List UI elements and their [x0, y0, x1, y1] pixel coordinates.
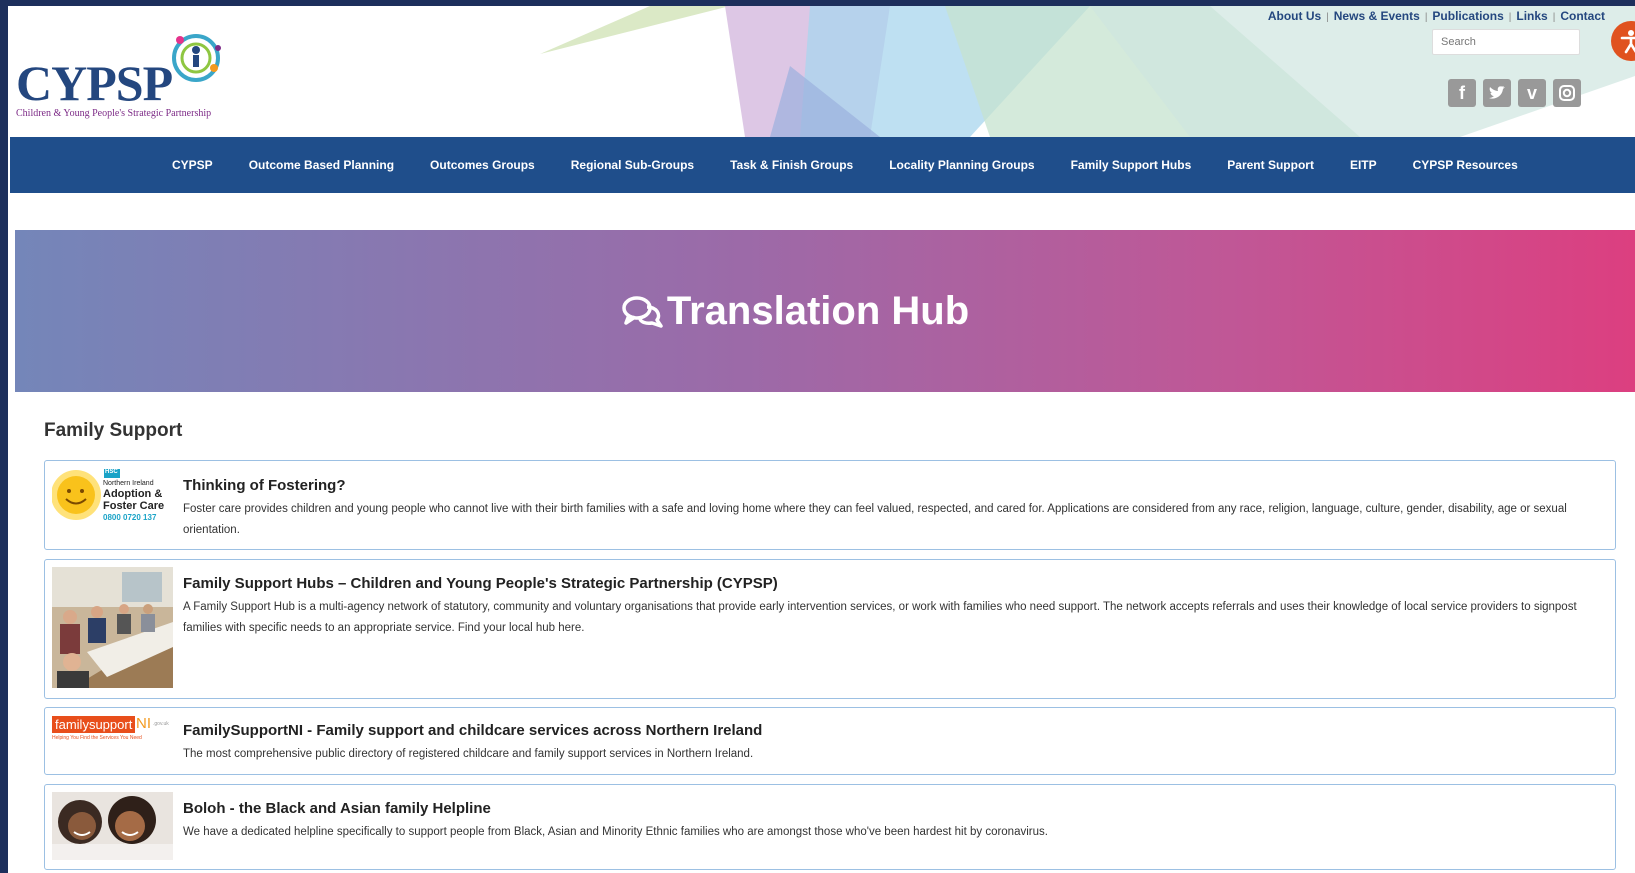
- thumb-line1: Adoption &: [103, 488, 163, 500]
- page-banner: Translation Hub: [15, 230, 1635, 392]
- card-description: The most comprehensive public directory …: [183, 748, 754, 760]
- facebook-icon[interactable]: f: [1448, 79, 1476, 107]
- nav-item-task-finish-groups[interactable]: Task & Finish Groups: [730, 158, 853, 172]
- nav-item-outcomes-groups[interactable]: Outcomes Groups: [430, 158, 535, 172]
- accessibility-icon: [1620, 30, 1635, 54]
- separator: |: [1508, 12, 1512, 23]
- logo-tagline: Helping You Find the Services You Need: [52, 735, 142, 741]
- nav-item-locality-planning-groups[interactable]: Locality Planning Groups: [889, 158, 1034, 172]
- instagram-camera-icon: [1559, 85, 1575, 101]
- instagram-icon[interactable]: [1553, 79, 1581, 107]
- vimeo-icon[interactable]: v: [1518, 79, 1546, 107]
- util-link-contact[interactable]: Contact: [1560, 9, 1605, 23]
- meeting-room-image: [52, 567, 173, 688]
- chat-bubbles-icon: [622, 296, 663, 328]
- logo-domain: .gov.uk: [153, 721, 169, 727]
- util-link-links[interactable]: Links: [1516, 9, 1547, 23]
- family-image: [52, 792, 173, 860]
- nav-item-outcome-based-planning[interactable]: Outcome Based Planning: [249, 158, 394, 172]
- separator: |: [1424, 12, 1428, 23]
- hsc-badge: HSC: [105, 469, 118, 475]
- logo-brand: familysupport: [52, 716, 136, 733]
- main-nav: CYPSP Outcome Based Planning Outcomes Gr…: [10, 137, 1635, 193]
- window-frame-left: [0, 0, 8, 873]
- search-input[interactable]: [1432, 29, 1580, 55]
- nav-item-family-support-hubs[interactable]: Family Support Hubs: [1071, 158, 1192, 172]
- logo-suffix: NI: [136, 716, 151, 732]
- nav-item-regional-sub-groups[interactable]: Regional Sub-Groups: [571, 158, 694, 172]
- thumb-phone: 0800 0720 137: [103, 513, 157, 522]
- twitter-icon[interactable]: [1483, 79, 1511, 107]
- card-title[interactable]: FamilySupportNI - Family support and chi…: [183, 722, 762, 739]
- twitter-bird-icon: [1489, 86, 1505, 99]
- resource-card-boloh[interactable]: Boloh - the Black and Asian family Helpl…: [44, 784, 1616, 870]
- nav-item-parent-support[interactable]: Parent Support: [1227, 158, 1314, 172]
- nav-item-cypsp-resources[interactable]: CYPSP Resources: [1413, 158, 1518, 172]
- card-title[interactable]: Family Support Hubs – Children and Young…: [183, 575, 778, 592]
- separator: |: [1552, 12, 1556, 23]
- resource-card-fostering[interactable]: HSC Northern Ireland Adoption & Foster C…: [44, 460, 1616, 550]
- separator: |: [1326, 12, 1329, 23]
- card-description: A Family Support Hub is a multi-agency n…: [183, 601, 1577, 634]
- logo-family-icon: [172, 34, 221, 82]
- adoption-foster-care-logo: HSC Northern Ireland Adoption & Foster C…: [52, 468, 173, 526]
- card-description: Foster care provides children and young …: [183, 503, 1567, 536]
- util-link-about-us[interactable]: About Us: [1268, 9, 1321, 23]
- util-link-publications[interactable]: Publications: [1432, 9, 1503, 23]
- card-title[interactable]: Thinking of Fostering?: [183, 477, 345, 494]
- resource-card-family-support-hubs[interactable]: Family Support Hubs – Children and Young…: [44, 559, 1616, 699]
- card-description: We have a dedicated helpline specificall…: [183, 826, 1048, 838]
- header-decoration: [540, 6, 1635, 137]
- card-title[interactable]: Boloh - the Black and Asian family Helpl…: [183, 800, 491, 817]
- banner-title: Translation Hub: [621, 289, 969, 334]
- nav-item-cypsp[interactable]: CYPSP: [172, 158, 213, 172]
- banner-title-text: Translation Hub: [666, 288, 970, 333]
- meeting-photo: [52, 567, 173, 688]
- thumb-org: Northern Ireland: [103, 480, 154, 487]
- resource-card-familysupportni[interactable]: familysupport NI .gov.uk Helping You Fin…: [44, 707, 1616, 775]
- family-photo: [52, 792, 173, 860]
- logo-tagline: Children & Young People's Strategic Part…: [16, 108, 212, 119]
- familysupportni-logo: familysupport NI .gov.uk Helping You Fin…: [52, 716, 173, 756]
- nav-item-eitp[interactable]: EITP: [1350, 158, 1377, 172]
- section-title: Family Support: [44, 420, 183, 441]
- util-link-news-events[interactable]: News & Events: [1334, 9, 1420, 23]
- logo-text: CYPSP: [16, 55, 173, 111]
- cypsp-logo[interactable]: CYPSP Children & Young People's Strategi…: [16, 28, 246, 123]
- utility-links: About Us | News & Events | Publications | Link…: [1268, 9, 1605, 23]
- thumb-line2: Foster Care: [103, 500, 165, 512]
- site-header: CYPSP Children & Young People's Strategi…: [10, 6, 1635, 137]
